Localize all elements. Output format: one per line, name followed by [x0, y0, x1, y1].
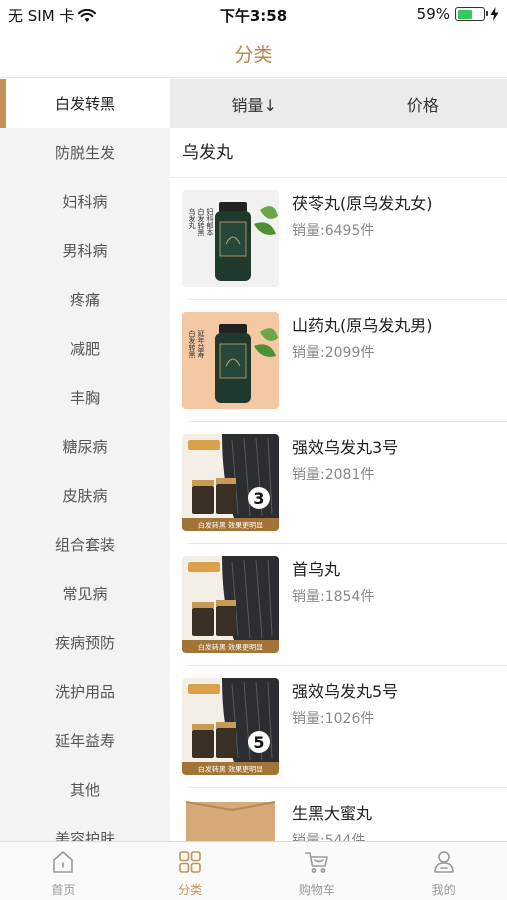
product-name: 山药丸(原乌发丸男)	[292, 316, 433, 335]
sidebar-item-label: 疾病预防	[54, 634, 115, 652]
product-thumbnail[interactable]: 乌发丸 白发转黑 妇科郁本	[182, 190, 279, 287]
product-name: 强效乌发丸3号	[292, 438, 399, 457]
sidebar-item[interactable]: 皮肤病	[0, 471, 170, 520]
sidebar-item-label: 延年益寿	[54, 732, 115, 750]
sidebar-item[interactable]: 妇科病	[0, 177, 170, 226]
tab-cart[interactable]: 购物车	[254, 842, 381, 900]
tab-label: 首页	[51, 883, 76, 897]
status-bar: 无 SIM 卡 下午3:58 59%	[0, 0, 507, 30]
sidebar-item[interactable]: 丰胸	[0, 373, 170, 422]
sidebar-item-label: 组合套装	[54, 536, 115, 554]
sidebar-item-label: 疼痛	[69, 291, 100, 309]
product-item[interactable]: 乌发丸 白发转黑 妇科郁本 茯苓丸(原乌发丸女) 销量:6495件	[170, 178, 507, 300]
sidebar-item-label: 丰胸	[69, 389, 100, 407]
product-thumbnail[interactable]: 5 白发转黑 效果更明显	[182, 678, 279, 775]
cart-icon	[304, 849, 330, 881]
sidebar-item-label: 糖尿病	[62, 438, 108, 456]
product-sales-count: 销量:1026件	[292, 711, 375, 727]
sidebar-item[interactable]: 延年益寿	[0, 716, 170, 765]
product-thumbnail[interactable]: 白发转黑 效果更明显	[182, 556, 279, 653]
battery-level	[457, 9, 473, 19]
product-item[interactable]: 5 白发转黑 效果更明显 强效乌发丸5号 销量:1026件	[170, 666, 507, 788]
product-list-panel[interactable]: 乌发丸 乌发丸 白发转黑 妇科郁本 茯苓丸(原乌发丸女) 销量:6495件 白发转黑 延年益…	[170, 128, 507, 841]
sidebar-item[interactable]: 糖尿病	[0, 422, 170, 471]
section-title: 乌发丸	[170, 128, 507, 178]
product-list: 乌发丸 白发转黑 妇科郁本 茯苓丸(原乌发丸女) 销量:6495件 白发转黑 延年益寿 山药丸…	[170, 178, 507, 841]
tab-user[interactable]: 我的	[380, 842, 507, 900]
sidebar-item[interactable]: 减肥	[0, 324, 170, 373]
charging-icon	[490, 7, 499, 21]
svg-text:延年益寿: 延年益寿	[197, 329, 205, 358]
sidebar-item[interactable]: 常见病	[0, 569, 170, 618]
sidebar-item[interactable]: 其他	[0, 765, 170, 814]
sidebar-item-label: 防脱生发	[54, 144, 115, 162]
sidebar-item-label: 男科病	[62, 242, 108, 260]
product-thumbnail[interactable]: 3 白发转黑 效果更明显	[182, 434, 279, 531]
product-name: 生黑大蜜丸	[292, 804, 373, 823]
svg-text:白发转黑 效果更明显: 白发转黑 效果更明显	[198, 643, 263, 652]
svg-text:白发转黑: 白发转黑	[197, 207, 205, 237]
product-sales-count: 销量:6495件	[292, 223, 375, 239]
tab-bar: 首页 分类 购物车 我的	[0, 841, 507, 900]
home-icon	[50, 849, 76, 881]
nav-bar: 分类	[0, 30, 507, 78]
product-thumbnail[interactable]	[182, 800, 279, 841]
svg-text:5: 5	[253, 733, 264, 752]
sidebar-item-label: 美容护肤	[54, 830, 115, 841]
sidebar-item-label: 其他	[69, 781, 100, 799]
product-item[interactable]: 3 白发转黑 效果更明显 强效乌发丸3号 销量:2081件	[170, 422, 507, 544]
product-item[interactable]: 白发转黑 效果更明显 首乌丸销量:1854件	[170, 544, 507, 666]
sidebar-item[interactable]: 美容护肤	[0, 814, 170, 841]
battery-icon	[455, 7, 488, 21]
product-thumbnail[interactable]: 白发转黑 延年益寿	[182, 312, 279, 409]
sidebar-item-label: 皮肤病	[62, 487, 108, 505]
product-sales-count: 销量:2099件	[292, 345, 375, 361]
svg-text:白发转黑 效果更明显: 白发转黑 效果更明显	[198, 521, 263, 530]
tab-label: 购物车	[298, 883, 335, 897]
product-name: 茯苓丸(原乌发丸女)	[292, 194, 433, 213]
battery-percent: 59%	[416, 5, 450, 23]
sidebar-item[interactable]: 疾病预防	[0, 618, 170, 667]
svg-text:白发转黑: 白发转黑	[188, 329, 196, 359]
sidebar-item-label: 常见病	[62, 585, 108, 603]
svg-text:3: 3	[253, 489, 264, 508]
product-item[interactable]: 白发转黑 延年益寿 山药丸(原乌发丸男) 销量:2099件	[170, 300, 507, 422]
sidebar-item[interactable]: 白发转黑	[0, 79, 170, 128]
tab-label: 我的	[431, 883, 456, 897]
svg-text:乌发丸: 乌发丸	[188, 207, 196, 230]
category-sidebar[interactable]: 白发转黑防脱生发妇科病男科病疼痛减肥丰胸糖尿病皮肤病组合套装常见病疾病预防洗护用…	[0, 79, 170, 841]
product-name: 强效乌发丸5号	[292, 682, 399, 701]
sidebar-item[interactable]: 男科病	[0, 226, 170, 275]
sidebar-item-label: 洗护用品	[54, 683, 115, 701]
product-sales-count: 销量:544件	[292, 833, 366, 841]
svg-text:白发转黑 效果更明显: 白发转黑 效果更明显	[198, 765, 263, 774]
sort-bar: 销量↓ 价格	[170, 79, 507, 128]
sidebar-item[interactable]: 疼痛	[0, 275, 170, 324]
sort-by-sales-button[interactable]: 销量↓	[170, 92, 339, 116]
category-icon	[177, 849, 203, 881]
sidebar-item[interactable]: 洗护用品	[0, 667, 170, 716]
product-name: 首乌丸	[292, 560, 341, 579]
tab-home[interactable]: 首页	[0, 842, 127, 900]
page-title: 分类	[234, 44, 273, 66]
sidebar-item-label: 妇科病	[62, 193, 108, 211]
svg-text:妇科郁本: 妇科郁本	[206, 207, 214, 237]
product-sales-count: 销量:1854件	[292, 589, 375, 605]
tab-label: 分类	[178, 883, 203, 897]
sidebar-item-label: 减肥	[69, 340, 100, 358]
tab-category[interactable]: 分类	[127, 842, 254, 900]
product-item[interactable]: 生黑大蜜丸销量:544件	[170, 788, 507, 841]
product-sales-count: 销量:2081件	[292, 467, 375, 483]
sort-by-price-button[interactable]: 价格	[339, 92, 507, 116]
user-icon	[431, 849, 457, 881]
sidebar-item[interactable]: 组合套装	[0, 520, 170, 569]
sidebar-item-label: 白发转黑	[54, 95, 115, 113]
sidebar-item[interactable]: 防脱生发	[0, 128, 170, 177]
